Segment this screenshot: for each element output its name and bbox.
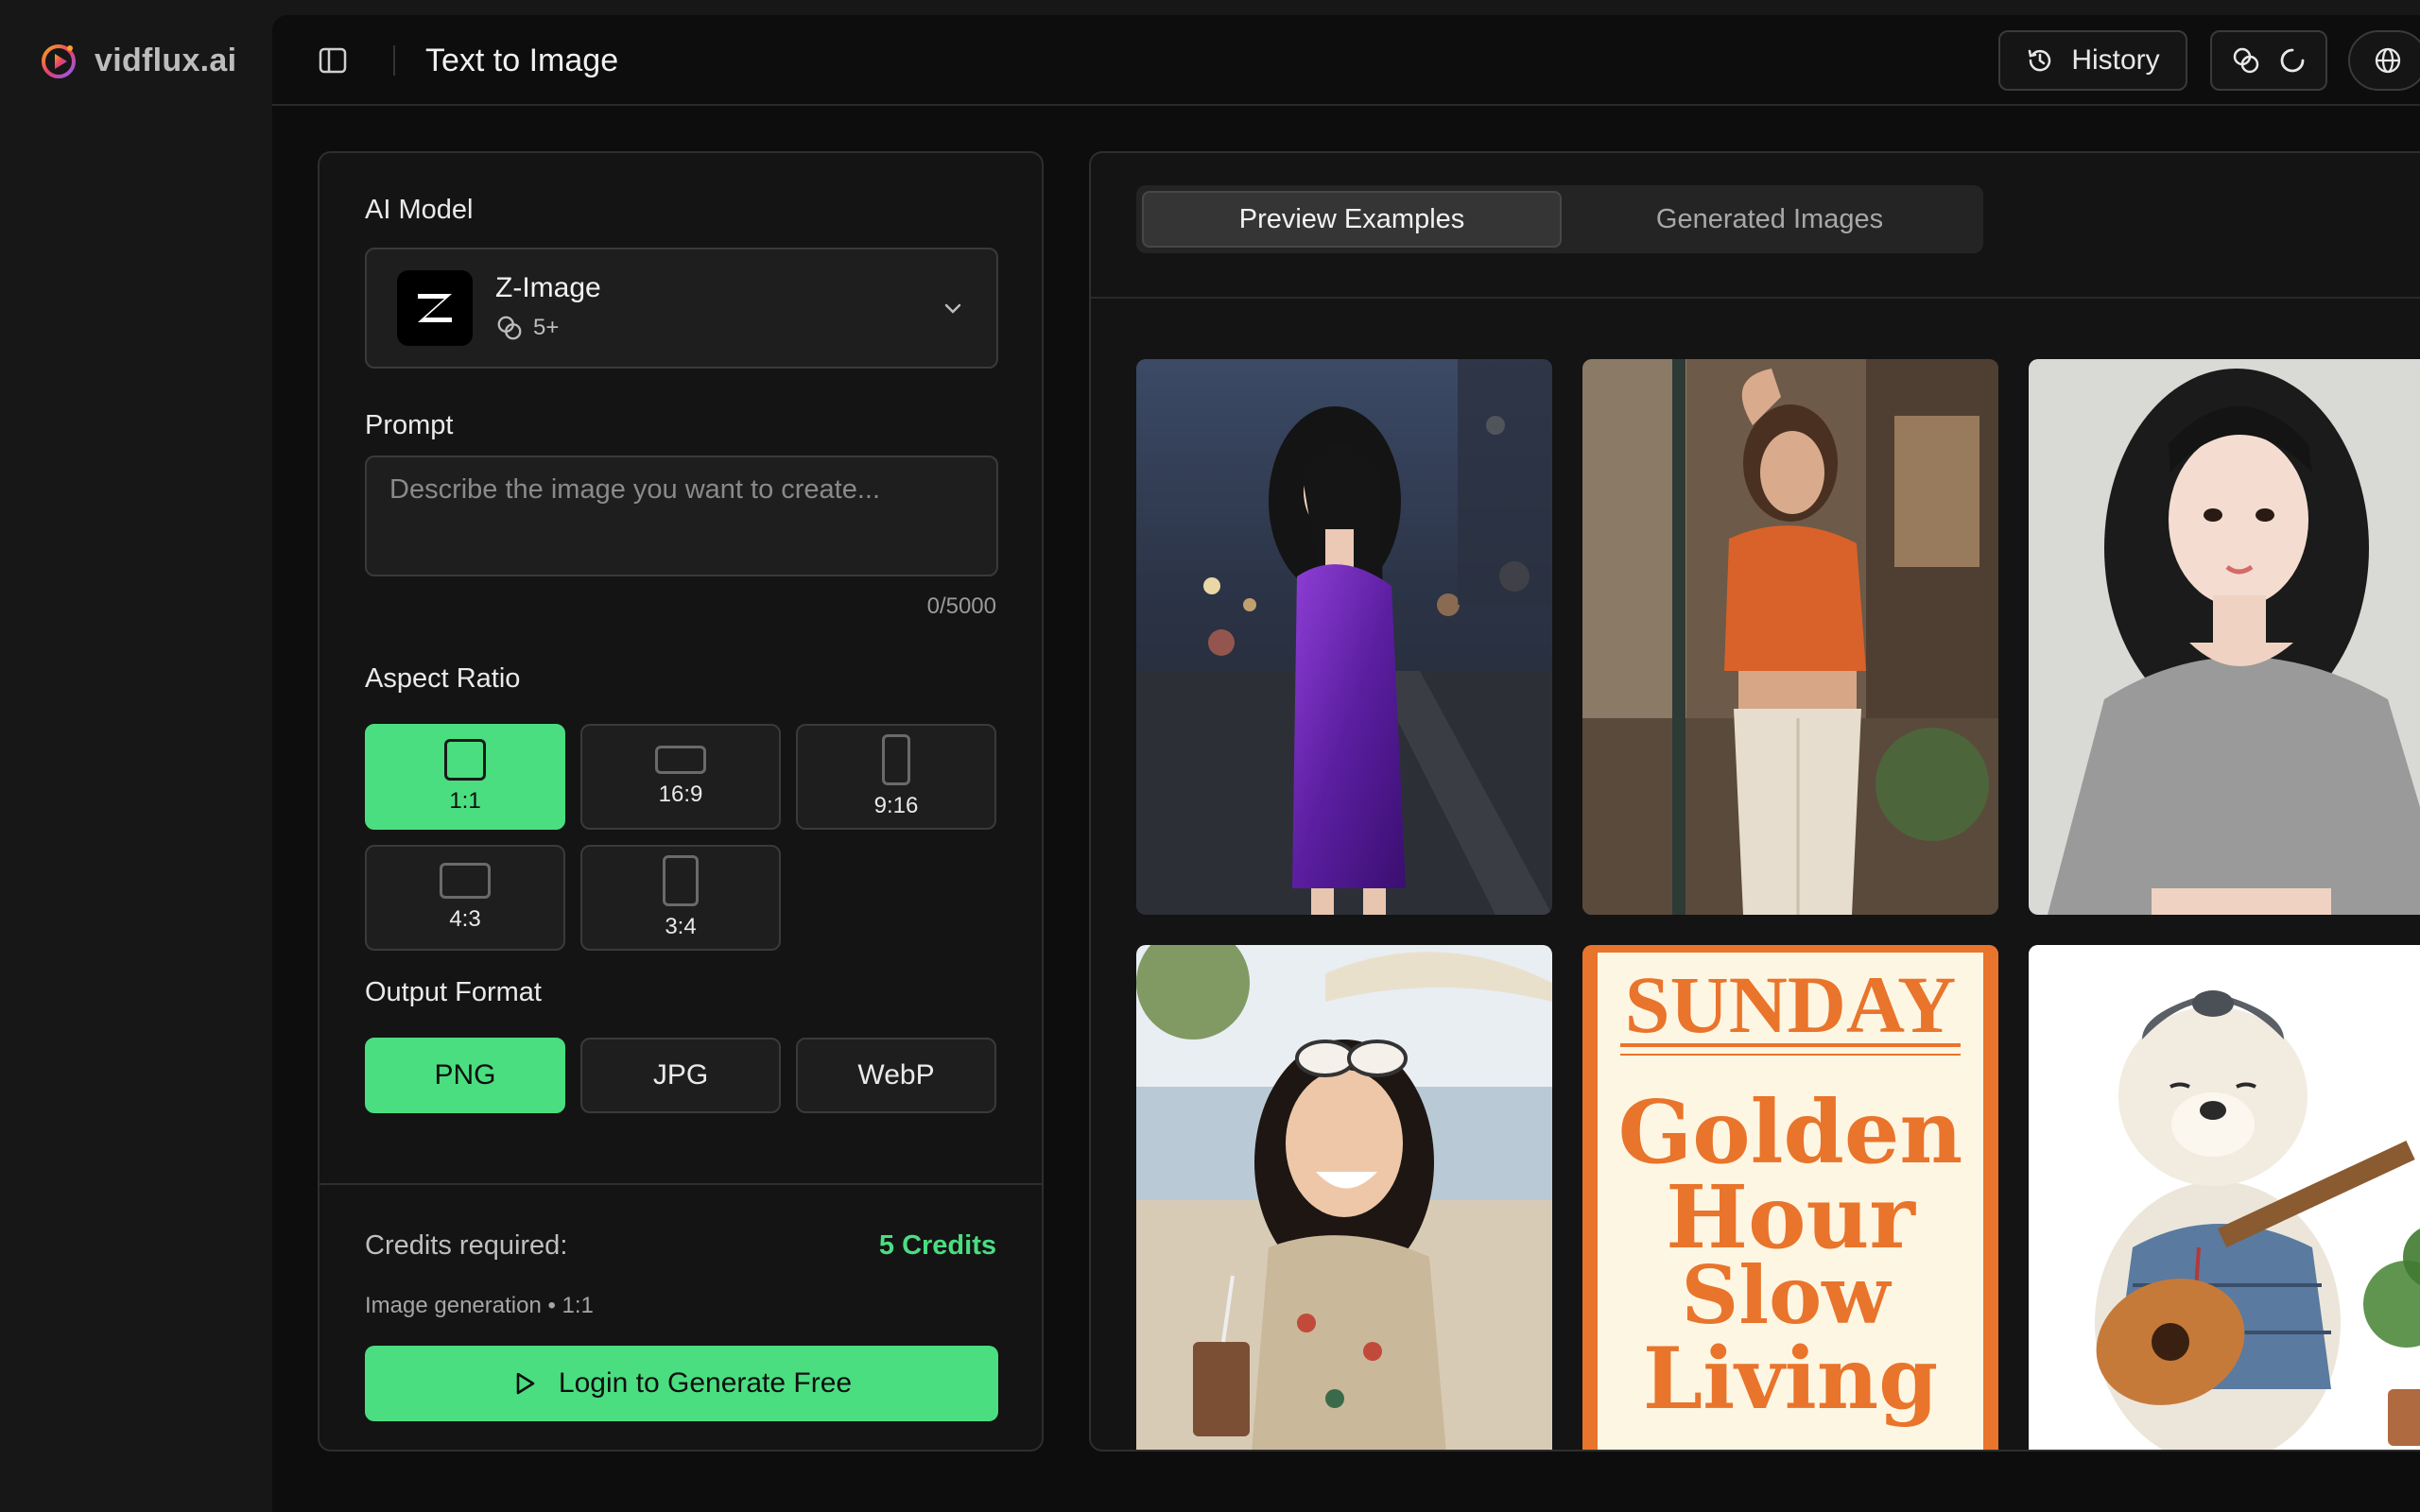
portrait-shape-icon <box>663 855 699 906</box>
poster-line-1: SUNDAY <box>1625 959 1956 1050</box>
bear-guitar-illustration <box>2029 945 2420 1450</box>
example-image-portrait-gray-tee[interactable] <box>2029 359 2420 915</box>
panel-divider <box>320 1183 1042 1185</box>
beach-laugh-illustration <box>1136 945 1552 1450</box>
example-image-street-night[interactable] <box>1136 359 1552 915</box>
credits-required-label: Credits required: <box>365 1230 568 1261</box>
tab-preview-examples[interactable]: Preview Examples <box>1142 191 1562 248</box>
prompt-char-counter: 0/5000 <box>926 593 996 619</box>
loading-spinner-icon <box>2280 48 2305 73</box>
format-webp-button[interactable]: WebP <box>796 1038 996 1113</box>
login-button-label: Login to Generate Free <box>558 1367 853 1399</box>
example-image-cafe-woman[interactable] <box>1582 359 1998 915</box>
top-bar: Text to Image History <box>272 15 2420 106</box>
portrait-gray-tee-illustration <box>2029 359 2420 915</box>
aspect-ratio-9-16-button[interactable]: 9:16 <box>796 724 996 830</box>
model-select-dropdown[interactable]: Z-Image 5+ <box>365 248 998 369</box>
aspect-ratio-label-16-9: 16:9 <box>658 782 703 807</box>
chevron-down-icon <box>944 303 961 314</box>
prompt-label: Prompt <box>365 410 454 440</box>
aspect-ratio-3-4-button[interactable]: 3:4 <box>580 845 781 951</box>
aspect-ratio-1-1-button[interactable]: 1:1 <box>365 724 565 830</box>
history-label: History <box>2071 44 2160 76</box>
sidebar-toggle-button[interactable] <box>316 43 350 77</box>
landscape-shape-icon <box>655 746 706 774</box>
coins-icon <box>497 316 522 340</box>
landscape-shape-icon <box>440 863 491 899</box>
brand[interactable]: vidflux.ai <box>38 38 236 83</box>
history-icon <box>2029 49 2051 72</box>
cafe-woman-illustration <box>1582 359 1998 915</box>
example-image-beach-laugh[interactable] <box>1136 945 1552 1450</box>
app-frame: Text to Image History AI Model Z-Image 5… <box>272 15 2420 1512</box>
aspect-ratio-label-4-3: 4:3 <box>449 906 481 932</box>
aspect-ratio-label-1-1: 1:1 <box>449 788 481 814</box>
play-icon <box>516 1372 535 1395</box>
aspect-ratio-16-9-button[interactable]: 16:9 <box>580 724 781 830</box>
aspect-ratio-label-3-4: 3:4 <box>665 914 697 939</box>
globe-icon <box>2375 47 2401 74</box>
vidflux-logo-icon <box>42 44 76 78</box>
page-title: Text to Image <box>425 43 619 78</box>
aspect-ratio-label-9-16: 9:16 <box>873 793 919 818</box>
format-png-button[interactable]: PNG <box>365 1038 565 1113</box>
example-image-sunday-poster[interactable]: SUNDAY Golden Hour Slow Living <box>1582 945 1998 1450</box>
credits-subtitle: Image generation • 1:1 <box>365 1293 594 1318</box>
language-button[interactable] <box>2348 30 2420 91</box>
example-image-bear-guitar[interactable] <box>2029 945 2420 1450</box>
model-cost: 5+ <box>495 314 559 342</box>
brand-name: vidflux.ai <box>95 42 237 78</box>
gallery-panel: Preview Examples Generated Images SUNDAY… <box>1089 151 2420 1452</box>
sunday-poster-illustration: SUNDAY Golden Hour Slow Living <box>1582 945 1998 1450</box>
gallery-divider <box>1091 297 2420 299</box>
sidebar-panel-icon <box>319 47 347 74</box>
poster-line-5: Living <box>1643 1329 1938 1429</box>
history-button[interactable]: History <box>1998 30 2187 91</box>
credits-button[interactable] <box>2210 30 2327 91</box>
model-cost-value: 5+ <box>533 315 560 340</box>
aspect-ratio-label: Aspect Ratio <box>365 663 521 694</box>
settings-panel: AI Model Z-Image 5+ Prompt 0/5000 Aspect… <box>318 151 1044 1452</box>
tab-generated-images[interactable]: Generated Images <box>1562 191 1978 248</box>
square-shape-icon <box>444 739 486 781</box>
output-format-label: Output Format <box>365 977 542 1007</box>
topbar-divider <box>393 45 395 76</box>
aspect-ratio-4-3-button[interactable]: 4:3 <box>365 845 565 951</box>
street-night-illustration <box>1136 359 1552 915</box>
portrait-shape-icon <box>882 734 910 785</box>
login-to-generate-button[interactable]: Login to Generate Free <box>365 1346 998 1421</box>
coins-icon <box>2233 47 2259 74</box>
prompt-input[interactable] <box>365 455 998 576</box>
model-name: Z-Image <box>495 272 601 303</box>
format-jpg-button[interactable]: JPG <box>580 1038 781 1113</box>
ai-model-label: AI Model <box>365 195 474 225</box>
gallery-tabs: Preview Examples Generated Images <box>1136 185 1983 253</box>
z-image-logo-icon <box>397 270 473 346</box>
credits-required-value: 5 Credits <box>878 1230 996 1261</box>
